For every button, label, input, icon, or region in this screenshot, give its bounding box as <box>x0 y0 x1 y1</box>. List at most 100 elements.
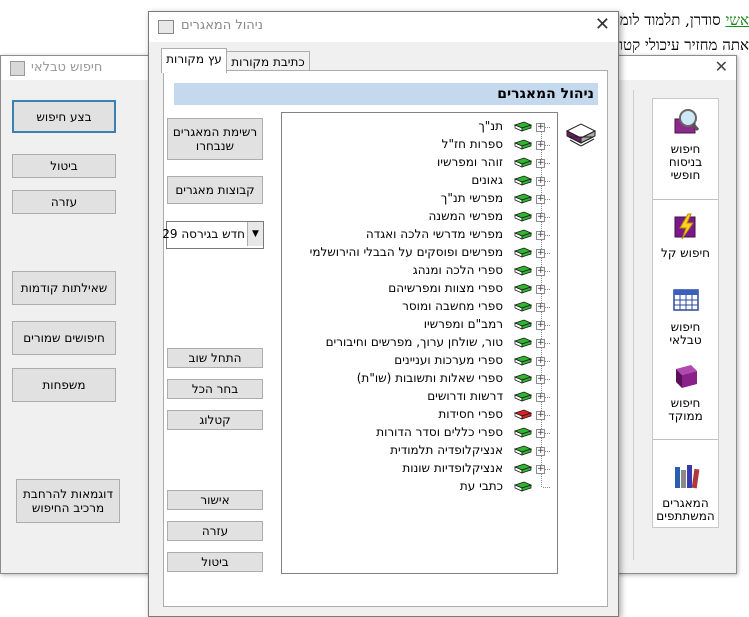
tree-item[interactable]: + טור, שולחן ערוך, מפרשים וחיבורים <box>282 334 557 352</box>
expand-icon[interactable]: + <box>536 411 545 420</box>
books-shelf-icon <box>674 465 699 489</box>
tree-item[interactable]: כתבי עת <box>282 478 557 496</box>
expand-icon[interactable]: + <box>536 357 545 366</box>
source-tree[interactable]: + תנ"ך + ספרות חז"ל + זוהר ומפרשיו + גאונים + מפר… <box>281 112 558 574</box>
close-icon[interactable]: ✕ <box>595 14 610 35</box>
tree-item[interactable]: + ספרי חסידות <box>282 406 557 424</box>
sidebar-item-free-search[interactable]: חיפוש בניסוח חופשי <box>653 107 718 182</box>
tree-item-label: ספרי מצוות ומפרשיהם <box>388 281 503 295</box>
book-icon <box>514 427 532 438</box>
sidebar-item-focused-search[interactable]: חיפוש ממוקד <box>653 361 718 423</box>
tree-item[interactable]: + דרשות ודרושים <box>282 388 557 406</box>
saved-searches-button[interactable]: חיפושים שמורים <box>12 321 116 355</box>
tree-item[interactable]: + ספרי מערכות ועניינים <box>282 352 557 370</box>
version-select[interactable]: חדש בגירסה 29 ▼ <box>162 221 264 249</box>
tree-item-label: אנציקלופדיה תלמודית <box>390 443 503 457</box>
tree-item-label: ספרי שאלות ותשובות (שו"ת) <box>356 371 503 385</box>
sidebar-item-table-search[interactable]: חיפוש טבלאי <box>653 285 718 347</box>
expand-icon[interactable]: + <box>536 393 545 402</box>
book-icon <box>514 463 532 474</box>
expand-icon[interactable]: + <box>536 339 545 348</box>
tree-item-label: תנ"ך <box>478 119 503 133</box>
close-icon[interactable]: ✕ <box>715 57 728 76</box>
tree-item-label: כתבי עת <box>459 479 503 493</box>
expand-icon[interactable]: + <box>536 195 545 204</box>
tree-item-label: מפרשי תנ"ך <box>440 191 503 205</box>
expand-icon[interactable]: + <box>536 375 545 384</box>
expand-icon[interactable]: + <box>536 429 545 438</box>
book-icon <box>514 211 532 222</box>
tree-item[interactable]: + אנציקלופדיה תלמודית <box>282 442 557 460</box>
database-groups-button[interactable]: קבוצות מאגרים <box>167 176 263 204</box>
expand-icon[interactable]: + <box>536 141 545 150</box>
expand-icon[interactable]: + <box>536 123 545 132</box>
previous-queries-button[interactable]: שאילתות קודמות <box>12 271 116 305</box>
expand-icon[interactable]: + <box>536 159 545 168</box>
tree-item-label: אנציקלופדיות שונות <box>402 461 503 475</box>
window-icon <box>10 61 25 76</box>
book-icon <box>514 481 532 492</box>
expand-icon[interactable]: + <box>536 267 545 276</box>
tree-item-label: ספרי הלכה ומנהג <box>412 263 503 277</box>
expansion-examples-button[interactable]: דוגמאות להרחבת מרכיב החיפוש <box>16 479 120 523</box>
tree-item[interactable]: + תנ"ך <box>282 118 557 136</box>
expand-icon[interactable]: + <box>536 303 545 312</box>
search-button[interactable]: בצע חיפוש <box>12 100 116 133</box>
expand-icon[interactable]: + <box>536 231 545 240</box>
tree-item[interactable]: + זוהר ומפרשיו <box>282 154 557 172</box>
sidebar-item-participating-databases[interactable]: המאגרים המשתתפים <box>653 461 718 523</box>
section-header: ניהול המאגרים <box>174 83 598 105</box>
tree-item-label: מפרשים ופוסקים על הבבלי והירושלמי <box>309 245 503 259</box>
help-button[interactable]: עזרה <box>12 190 116 214</box>
tree-item[interactable]: + ספרי מצוות ומפרשיהם <box>282 280 557 298</box>
tab-source-writing[interactable]: כתיבת מקורות <box>226 51 310 72</box>
tree-item-label: ספרי מערכות ועניינים <box>394 353 503 367</box>
expand-icon[interactable]: + <box>536 249 545 258</box>
book-icon <box>514 265 532 276</box>
expand-icon[interactable]: + <box>536 447 545 456</box>
cancel-button[interactable]: ביטול <box>167 552 263 572</box>
book-icon <box>514 301 532 312</box>
tree-item-label: דרשות ודרושים <box>427 389 503 403</box>
selected-databases-list-button[interactable]: רשימת המאגרים שנבחרו <box>167 118 263 160</box>
reset-button[interactable]: התחל שוב <box>167 348 263 368</box>
catalog-button[interactable]: קטלוג <box>167 410 263 430</box>
tree-item[interactable]: + ספרי שאלות ותשובות (שו"ת) <box>282 370 557 388</box>
tree-item[interactable]: + מפרשי תנ"ך <box>282 190 557 208</box>
tree-item-label: מפרשי המשנה <box>428 209 503 223</box>
tree-item[interactable]: + רמב"ם ומפרשיו <box>282 316 557 334</box>
expand-icon[interactable]: + <box>536 465 545 474</box>
tree-item[interactable]: + מפרשים ופוסקים על הבבלי והירושלמי <box>282 244 557 262</box>
book-icon <box>514 445 532 456</box>
table-grid-icon <box>672 289 699 311</box>
expand-icon[interactable]: + <box>536 213 545 222</box>
tree-item[interactable]: + ספרות חז"ל <box>282 136 557 154</box>
tab-source-tree[interactable]: עץ מקורות <box>161 48 227 73</box>
tree-item-label: מפרשי מדרשי הלכה ואגדה <box>365 227 503 241</box>
tree-item[interactable]: + ספרי הלכה ומנהג <box>282 262 557 280</box>
tree-item[interactable]: + גאונים <box>282 172 557 190</box>
tree-item-label: טור, שולחן ערוך, מפרשים וחיבורים <box>325 335 503 349</box>
chevron-down-icon[interactable]: ▼ <box>247 222 263 246</box>
search-type-sidebar: חיפוש בניסוח חופשי חיפוש קל חיפוש טבלאי <box>652 98 719 528</box>
tree-item[interactable]: + ספרי כללים וסדר הדורות <box>282 424 557 442</box>
book-icon <box>514 373 532 384</box>
expand-icon[interactable]: + <box>536 177 545 186</box>
doc-link[interactable]: אשי <box>725 11 749 29</box>
ok-button[interactable]: אישור <box>167 490 263 510</box>
select-all-button[interactable]: בחר הכל <box>167 379 263 399</box>
cancel-button[interactable]: ביטול <box>12 154 116 178</box>
tree-item[interactable]: + מפרשי מדרשי הלכה ואגדה <box>282 226 557 244</box>
magnifier-book-icon <box>674 109 699 134</box>
expand-icon[interactable]: + <box>536 285 545 294</box>
back-panel-edge <box>619 90 634 560</box>
book-icon <box>514 409 532 420</box>
sidebar-item-easy-search[interactable]: חיפוש קל <box>653 211 718 260</box>
help-button[interactable]: עזרה <box>167 521 263 541</box>
tree-item[interactable]: + ספרי מחשבה ומוסר <box>282 298 557 316</box>
expand-icon[interactable]: + <box>536 321 545 330</box>
families-button[interactable]: משפחות <box>12 368 116 402</box>
book-icon <box>514 139 532 150</box>
tree-item[interactable]: + מפרשי המשנה <box>282 208 557 226</box>
tree-item[interactable]: + אנציקלופדיות שונות <box>282 460 557 478</box>
